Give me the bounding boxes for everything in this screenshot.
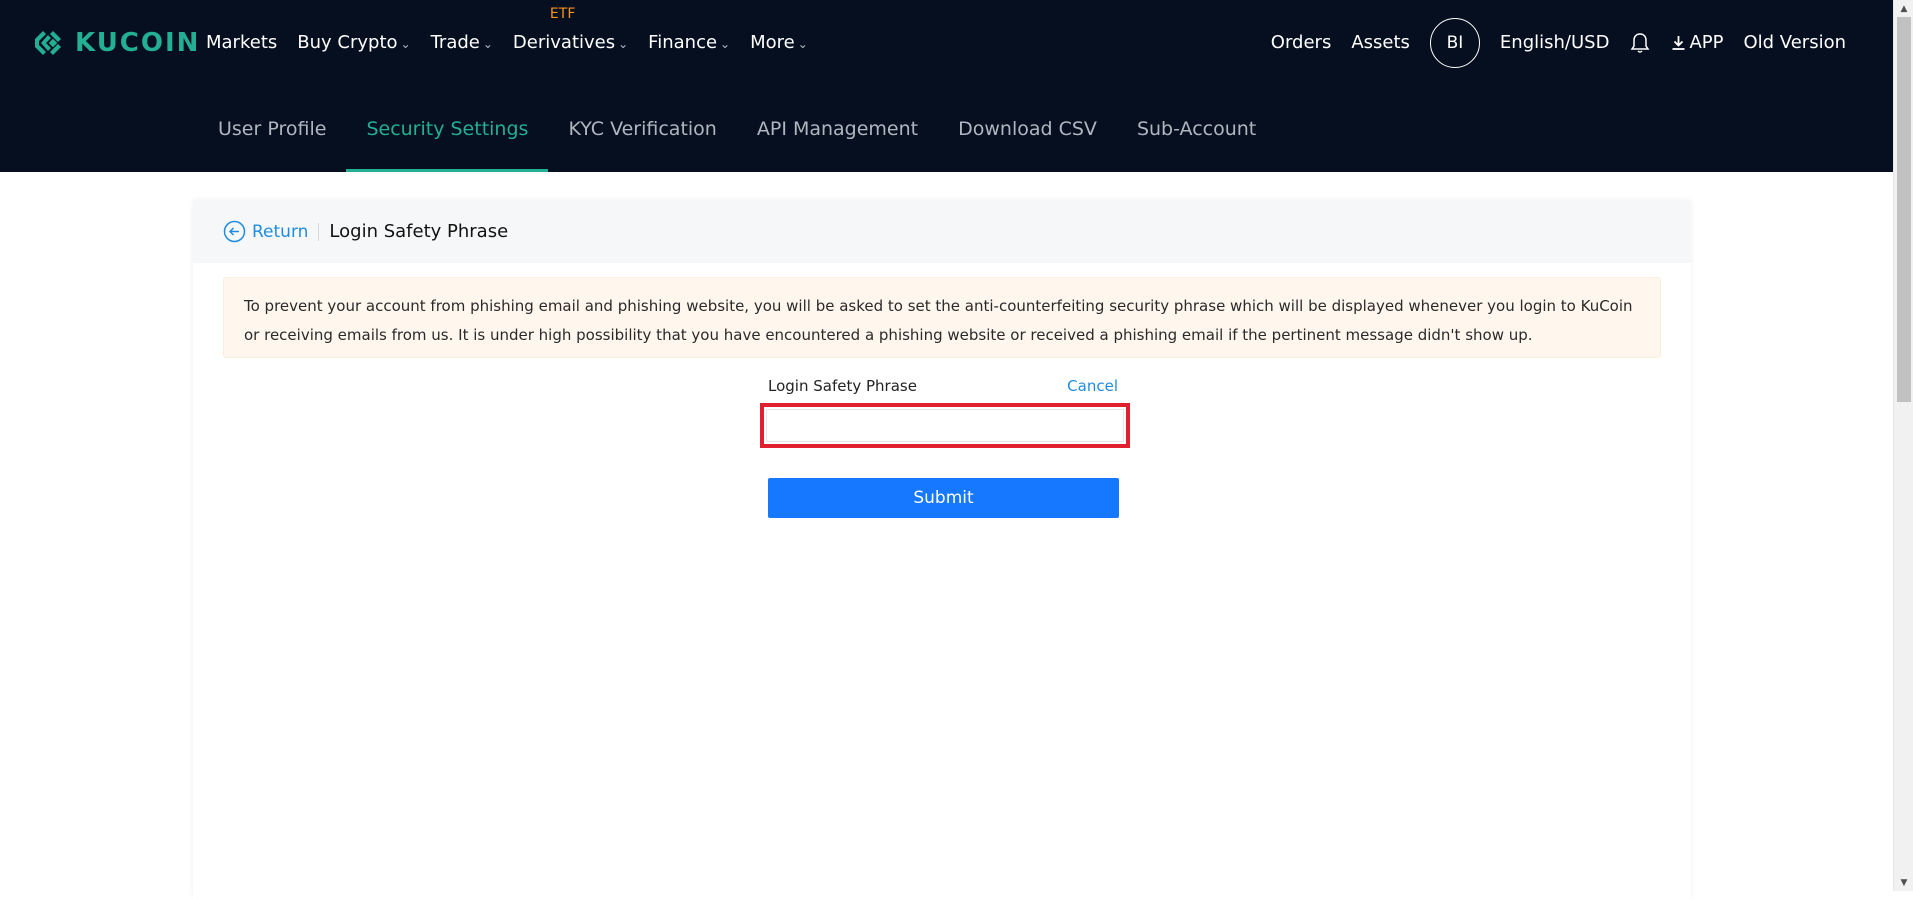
top-navbar: KUCOIN Markets Buy Crypto ⌄ Trade ⌄ ETF … [0,0,1893,85]
nav-derivatives-label: Derivatives [512,32,616,53]
nav-orders[interactable]: Orders [1271,32,1332,53]
highlighted-input-frame [760,403,1130,448]
nav-more-label: More [750,32,795,53]
chevron-down-icon: ⌄ [482,36,493,51]
account-tabbar: User Profile Security Settings KYC Verif… [0,85,1893,172]
chevron-down-icon: ⌄ [720,36,731,51]
return-label: Return [252,221,309,242]
tab-kyc-verification[interactable]: KYC Verification [548,85,736,172]
logo-text: KUCOIN [75,28,201,58]
nav-more[interactable]: More ⌄ [750,32,808,53]
main-nav: Markets Buy Crypto ⌄ Trade ⌄ ETF Derivat… [206,0,808,85]
nav-buy-crypto[interactable]: Buy Crypto ⌄ [297,32,410,53]
submit-button[interactable]: Submit [768,478,1119,518]
nav-trade-label: Trade [430,32,480,53]
user-avatar[interactable]: BI [1429,17,1480,68]
nav-finance[interactable]: Finance ⌄ [648,32,730,53]
safety-phrase-label: Login Safety Phrase [768,377,917,395]
return-button[interactable]: Return [223,220,308,243]
app-label: APP [1689,32,1724,53]
chevron-down-icon: ⌄ [797,36,808,51]
nav-markets[interactable]: Markets [206,32,277,53]
nav-derivatives[interactable]: ETF Derivatives ⌄ [512,6,629,53]
safety-phrase-input[interactable] [766,409,1124,442]
kucoin-logo[interactable]: KUCOIN [31,26,200,60]
nav-markets-label: Markets [206,32,278,53]
scroll-down-arrow-icon[interactable]: ▼ [1894,874,1913,891]
account-tabs: User Profile Security Settings KYC Verif… [198,85,1276,172]
tab-user-profile[interactable]: User Profile [198,85,346,172]
kucoin-logo-icon [35,31,61,55]
card-header: Return Login Safety Phrase [193,200,1691,263]
notifications-button[interactable] [1629,31,1651,55]
page-scrollbar[interactable]: ▲ ▼ [1893,0,1913,891]
safety-phrase-form: Login Safety Phrase Cancel Submit [760,375,1130,518]
etf-badge: ETF [549,6,576,22]
scroll-up-arrow-icon[interactable]: ▲ [1894,0,1913,17]
header-divider [318,222,320,241]
tab-sub-account[interactable]: Sub-Account [1117,85,1276,172]
form-label-row: Login Safety Phrase Cancel [768,375,1118,397]
nav-trade[interactable]: Trade ⌄ [431,32,493,53]
cancel-link[interactable]: Cancel [1067,377,1118,395]
download-icon [1672,35,1685,50]
nav-buy-crypto-label: Buy Crypto [297,32,398,53]
bell-icon [1631,32,1650,53]
scrollbar-thumb[interactable] [1897,17,1911,402]
phishing-notice: To prevent your account from phishing em… [223,277,1661,358]
language-currency-selector[interactable]: English/USD [1500,32,1610,53]
tab-api-management[interactable]: API Management [737,85,938,172]
tab-download-csv[interactable]: Download CSV [938,85,1117,172]
chevron-down-icon: ⌄ [400,36,411,51]
app-download-button[interactable]: APP [1671,32,1723,53]
nav-finance-label: Finance [648,32,718,53]
safety-phrase-card: Return Login Safety Phrase To prevent yo… [193,200,1691,900]
chevron-down-icon: ⌄ [618,36,629,51]
nav-assets[interactable]: Assets [1351,32,1410,53]
back-arrow-icon [223,220,246,243]
tab-security-settings[interactable]: Security Settings [346,85,549,172]
user-nav: Orders Assets BI English/USD APP Old Ver… [1271,0,1846,85]
old-version-link[interactable]: Old Version [1743,32,1846,53]
page-title: Login Safety Phrase [329,221,509,242]
